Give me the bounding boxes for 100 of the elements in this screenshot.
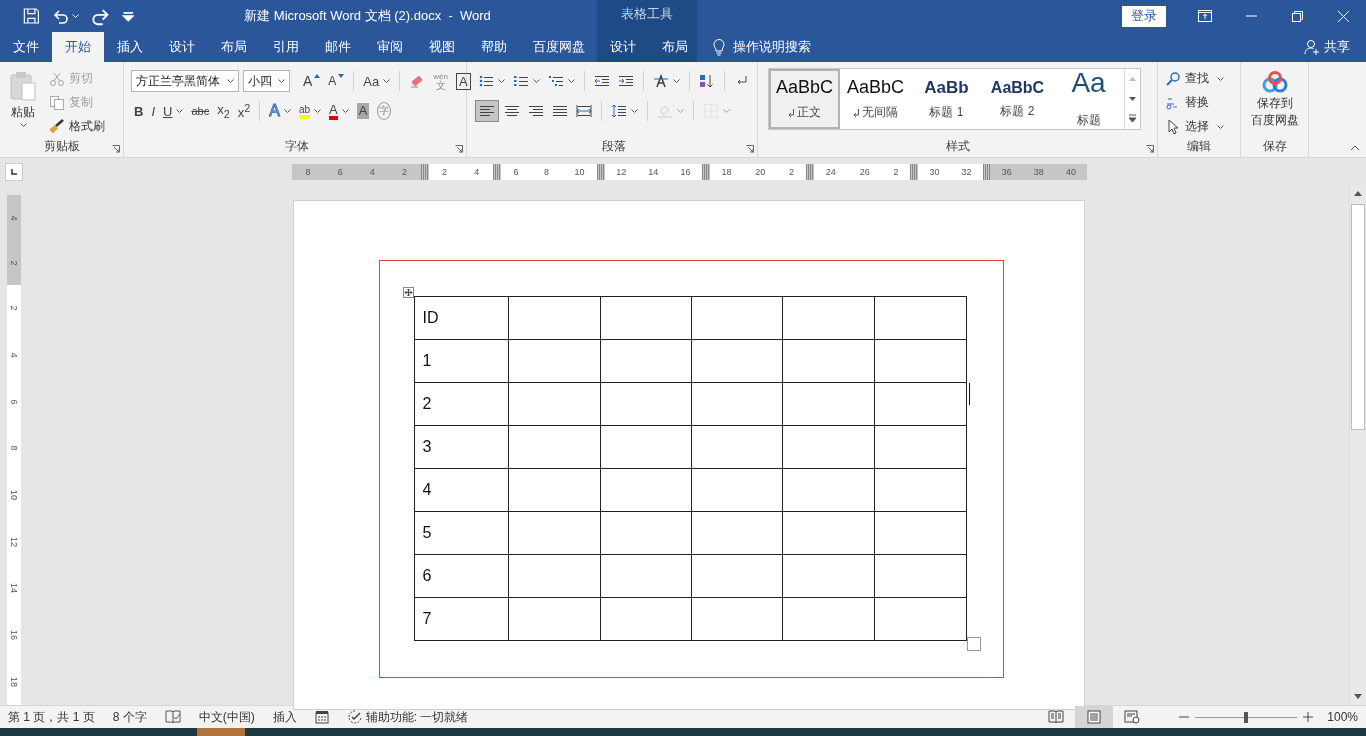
caret-icon <box>278 79 285 83</box>
accessibility-icon[interactable] <box>346 709 363 725</box>
caret-icon <box>498 79 505 83</box>
tab-stop-icon <box>10 167 18 176</box>
zoom-slider-thumb[interactable] <box>1244 711 1249 723</box>
paste-button[interactable]: 粘贴 <box>4 68 42 137</box>
table-cell: 6 <box>414 554 509 598</box>
caret-icon <box>314 109 321 113</box>
numbering-icon <box>513 73 529 89</box>
bullets-icon <box>478 73 494 89</box>
group-label: 保存 <box>1261 138 1288 155</box>
ribbon-tab[interactable]: 帮助 <box>468 32 520 62</box>
multilevel-icon <box>548 73 564 89</box>
ruler-number: 18 <box>9 676 19 687</box>
column-marker[interactable] <box>982 163 991 180</box>
caret-icon <box>568 79 575 83</box>
replace-button[interactable]: 替换 <box>1162 92 1227 113</box>
ribbon-tab[interactable]: 开始 <box>52 32 104 62</box>
status-text[interactable]: 8 个字 <box>112 708 147 726</box>
style-item[interactable]: AaBbC 无间隔 <box>840 69 911 129</box>
status-text[interactable]: 第 1 页，共 1 页 <box>8 708 95 726</box>
caret-icon <box>176 109 184 113</box>
strike-button[interactable]: abc <box>188 100 213 122</box>
font-size-field[interactable]: 小四 <box>243 70 290 92</box>
grow-button[interactable]: A <box>300 70 324 92</box>
column-marker[interactable] <box>910 163 919 180</box>
table-cell: ID <box>414 296 509 340</box>
status-text[interactable]: 中文(中国) <box>198 708 255 726</box>
ribbon-tab[interactable]: 文件 <box>0 32 52 62</box>
select-button[interactable]: 选择 <box>1162 116 1227 137</box>
table-resize-handle[interactable] <box>966 637 981 651</box>
collapse-ribbon-icon[interactable] <box>1350 145 1360 151</box>
ribbon-tab[interactable]: 布局 <box>208 32 260 62</box>
underline-button[interactable]: U <box>160 100 187 122</box>
shading-icon <box>657 103 673 119</box>
share-button[interactable]: 共享 <box>1304 38 1366 56</box>
column-marker[interactable] <box>492 163 501 180</box>
ribbon-tab[interactable]: 视图 <box>416 32 468 62</box>
ruler-number: 14 <box>9 583 19 594</box>
font-name-field[interactable]: 方正兰亭黑简体 <box>131 70 239 92</box>
caret-icon <box>723 109 730 113</box>
dialog-launcher-icon[interactable] <box>1146 145 1154 153</box>
column-marker[interactable] <box>805 163 814 180</box>
person-add-icon <box>1304 39 1320 55</box>
scrollbar-thumb[interactable] <box>1351 204 1365 430</box>
sort-icon <box>699 73 715 89</box>
window-title: 新建 Microsoft Word 文档 (2).docx - Word <box>243 7 492 25</box>
ruler-number: 36 <box>1001 166 1012 177</box>
column-marker[interactable] <box>597 163 606 180</box>
tell-me-search[interactable]: 操作说明搜索 <box>733 38 811 56</box>
macro-recorder-icon[interactable] <box>314 710 329 724</box>
ribbon-tab[interactable]: 邮件 <box>312 32 364 62</box>
indent-icon <box>618 73 634 89</box>
table-move-handle-icon[interactable] <box>402 287 414 298</box>
case-button[interactable]: Aa <box>360 70 394 92</box>
shrink-button[interactable]: A <box>325 70 348 92</box>
caret-icon <box>383 79 391 83</box>
ribbon-tab[interactable]: 设计 <box>156 32 208 62</box>
status-text[interactable]: 插入 <box>272 708 297 726</box>
sign-in-button[interactable]: 登录 <box>1122 5 1166 27</box>
ribbon-tab[interactable]: 百度网盘 <box>520 32 598 62</box>
table-cell: 5 <box>414 511 509 555</box>
ribbon-tab[interactable]: 布局 <box>649 32 701 62</box>
dialog-launcher-icon[interactable] <box>746 145 754 153</box>
column-marker[interactable] <box>701 163 710 180</box>
style-item[interactable]: AaBbC 标题 2 <box>982 69 1053 129</box>
script-button[interactable]: x$_{2}$ <box>214 100 233 122</box>
ruler-number: 8 <box>543 166 549 177</box>
bold-button[interactable]: B <box>131 100 147 122</box>
caret-icon <box>283 109 291 113</box>
status-text[interactable]: 辅助功能: 一切就绪 <box>365 708 469 726</box>
ribbon-tab[interactable]: 引用 <box>260 32 312 62</box>
italic-button[interactable]: I <box>148 100 158 122</box>
restore-icon <box>1291 10 1303 22</box>
color-button[interactable]: A <box>326 100 352 122</box>
script-button[interactable]: x$^{2}$ <box>234 100 254 122</box>
style-item[interactable]: AaBbC 正文 <box>769 69 840 129</box>
style-item[interactable]: Aa 标题 <box>1053 69 1124 129</box>
proofing-icon[interactable] <box>164 710 181 724</box>
ribbon-tab[interactable]: 设计 <box>597 32 649 62</box>
zoom-level[interactable]: 100% <box>1327 710 1358 724</box>
zoom-in-icon[interactable] <box>1303 712 1314 722</box>
group-label: 字体 <box>283 138 310 155</box>
dialog-launcher-icon[interactable] <box>455 145 463 153</box>
ruler-number: 32 <box>961 166 972 177</box>
style-item[interactable]: AaBb 标题 1 <box>911 69 982 129</box>
save-to-cloud-button[interactable]: 保存到 百度网盘 <box>1245 68 1304 137</box>
table-cell: 7 <box>414 597 509 641</box>
ribbon-tab[interactable]: 审阅 <box>364 32 416 62</box>
column-marker[interactable] <box>420 163 429 180</box>
ruler-number: 2 <box>9 260 19 265</box>
dialog-launcher-icon[interactable] <box>112 145 120 153</box>
painter-button[interactable]: 格式刷 <box>46 116 108 137</box>
search-icon <box>1165 70 1181 87</box>
ribbon-tab[interactable]: 插入 <box>104 32 156 62</box>
align-left-button[interactable] <box>475 100 499 122</box>
highlight-button[interactable]: ab <box>295 100 324 122</box>
tab-selector-button[interactable] <box>5 162 23 181</box>
print-view-button[interactable] <box>1075 706 1114 728</box>
find-button[interactable]: 查找 <box>1162 68 1227 89</box>
